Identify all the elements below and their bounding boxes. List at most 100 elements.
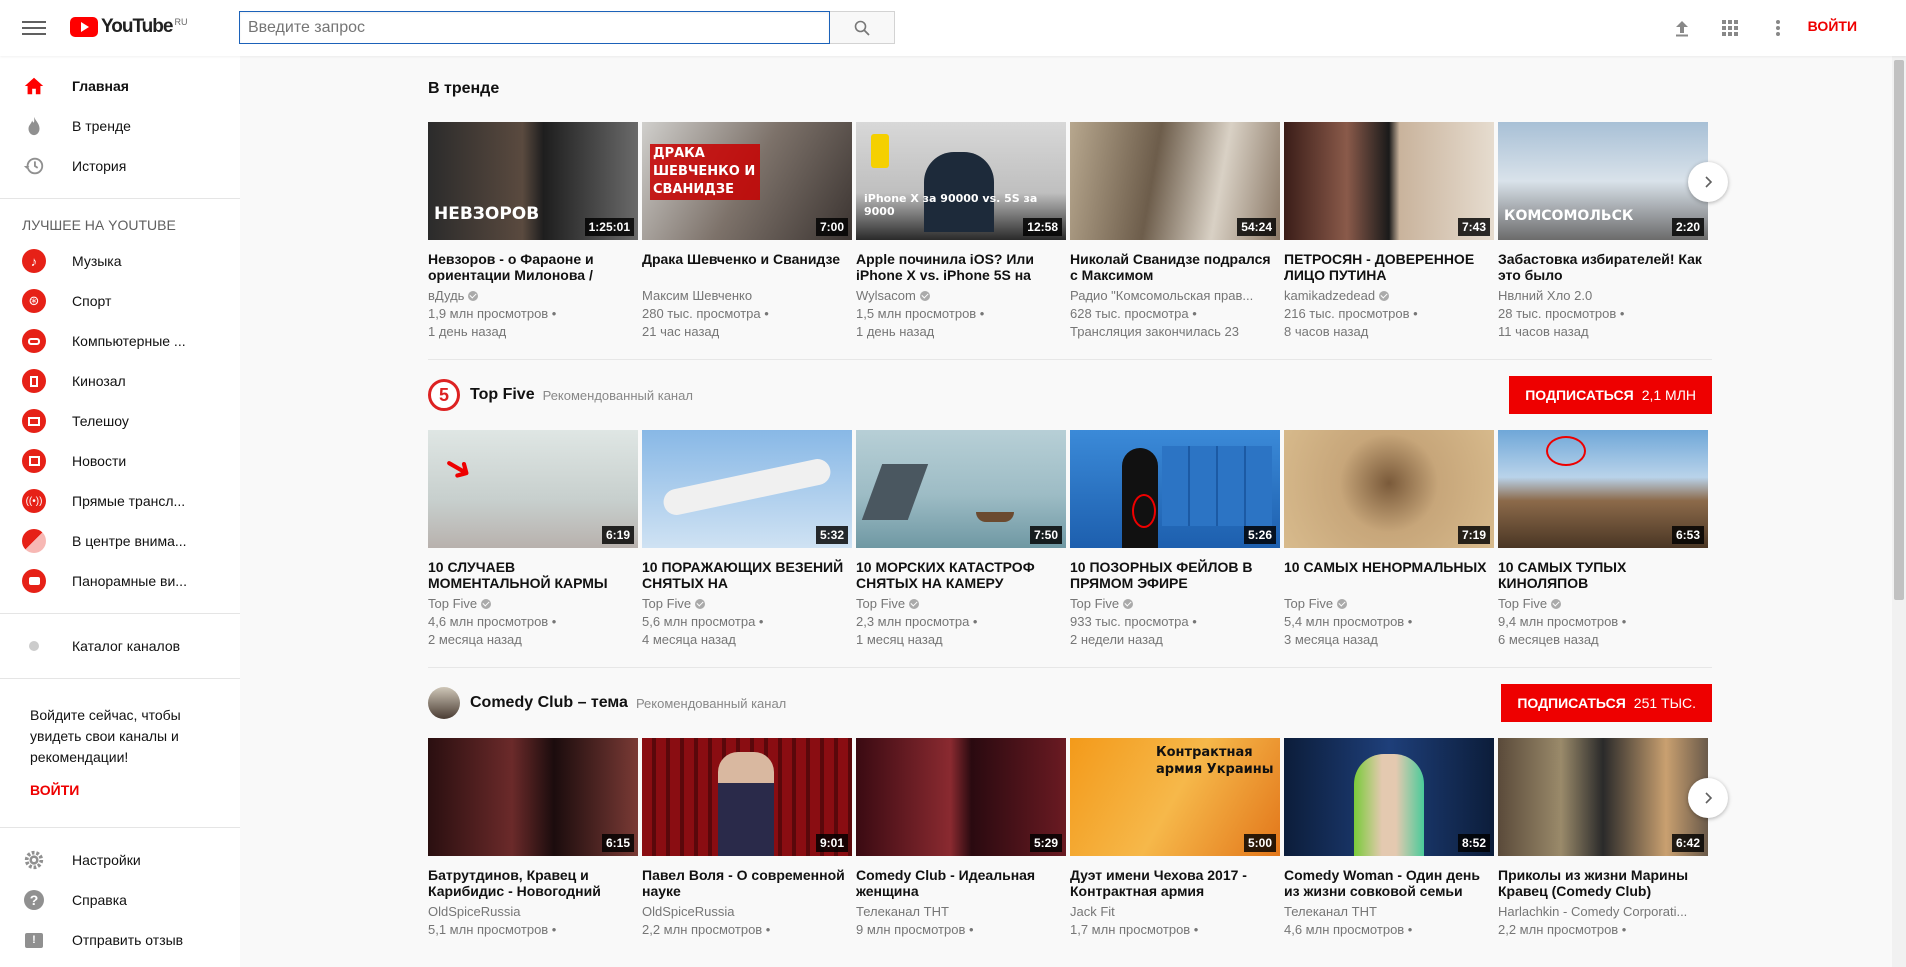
- search-input[interactable]: [239, 11, 830, 44]
- sidebar-item-gaming[interactable]: Компьютерные ...: [0, 321, 240, 361]
- channel-name[interactable]: Радио "Комсомольская прав...: [1070, 288, 1253, 303]
- video-thumbnail[interactable]: 5:32: [642, 430, 852, 548]
- sidebar-item-360[interactable]: Панорамные ви...: [0, 561, 240, 601]
- video-title[interactable]: 10 МОРСКИХ КАТАСТРОФ СНЯТЫХ НА КАМЕРУ: [856, 559, 1066, 591]
- video-title[interactable]: Приколы из жизни Марины Кравец (Comedy C…: [1498, 867, 1708, 899]
- channel-name[interactable]: kamikadzedead: [1284, 288, 1375, 303]
- channel-name[interactable]: Максим Шевченко: [642, 288, 752, 303]
- sidebar-item-music[interactable]: ♪ Музыка: [0, 241, 240, 281]
- video-thumbnail[interactable]: 5:29: [856, 738, 1066, 856]
- video-thumbnail[interactable]: 54:24: [1070, 122, 1280, 240]
- video-thumbnail[interactable]: 6:15: [428, 738, 638, 856]
- video-title[interactable]: 10 САМЫХ НЕНОРМАЛЬНЫХ: [1284, 559, 1494, 591]
- channel-name[interactable]: Нвлний Хло 2.0: [1498, 288, 1592, 303]
- menu-icon[interactable]: [22, 18, 46, 38]
- sidebar-item-feedback[interactable]: ! Отправить отзыв: [0, 920, 240, 960]
- shelf-next-button[interactable]: [1688, 162, 1728, 202]
- video-thumbnail[interactable]: 7:19: [1284, 430, 1494, 548]
- video-title[interactable]: 10 СЛУЧАЕВ МОМЕНТАЛЬНОЙ КАРМЫ: [428, 559, 638, 591]
- channel-name[interactable]: OldSpiceRussia: [642, 904, 735, 919]
- channel-name[interactable]: Top Five: [1070, 596, 1119, 611]
- video-thumbnail[interactable]: ДРАКА ШЕВЧЕНКО И СВАНИДЗЕ 7:00: [642, 122, 852, 240]
- video-card[interactable]: Контрактная армия Украины 5:00 Дуэт имен…: [1070, 738, 1280, 939]
- shelf-title[interactable]: Comedy Club – тема: [470, 694, 628, 712]
- subscribe-button[interactable]: ПОДПИСАТЬСЯ 251 ТЫС.: [1501, 684, 1712, 722]
- video-thumbnail[interactable]: 7:50: [856, 430, 1066, 548]
- video-card[interactable]: 9:01 Павел Воля - О современной науке Ol…: [642, 738, 852, 939]
- video-card[interactable]: 54:24 Николай Сванидзе подрался с Максим…: [1070, 122, 1280, 341]
- video-title[interactable]: Дуэт имени Чехова 2017 - Контрактная арм…: [1070, 867, 1280, 899]
- video-thumbnail[interactable]: 6:53: [1498, 430, 1708, 548]
- video-thumbnail[interactable]: 8:52: [1284, 738, 1494, 856]
- channel-name[interactable]: Телеканал ТНТ: [856, 904, 949, 919]
- video-card[interactable]: НЕВЗОРОВ 1:25:01 Невзоров - о Фараоне и …: [428, 122, 638, 341]
- sidebar-item-home[interactable]: Главная: [0, 66, 240, 106]
- sidebar-item-catalog[interactable]: Каталог каналов: [0, 626, 240, 666]
- sidebar-item-live[interactable]: ((•)) Прямые трансл...: [0, 481, 240, 521]
- channel-name[interactable]: Top Five: [428, 596, 477, 611]
- sidebar-item-sport[interactable]: ⊛ Спорт: [0, 281, 240, 321]
- video-card[interactable]: 5:29 Comedy Club - Идеальная женщина Тел…: [856, 738, 1066, 939]
- channel-name[interactable]: Top Five: [1498, 596, 1547, 611]
- sidebar-item-movies[interactable]: Кинозал: [0, 361, 240, 401]
- channel-name[interactable]: Top Five: [642, 596, 691, 611]
- video-thumbnail[interactable]: НЕВЗОРОВ 1:25:01: [428, 122, 638, 240]
- sidebar-signin-button[interactable]: ВОЙТИ: [30, 780, 210, 801]
- channel-name[interactable]: Телеканал ТНТ: [1284, 904, 1377, 919]
- channel-name[interactable]: Harlachkin - Comedy Corporati...: [1498, 904, 1687, 919]
- more-vert-icon[interactable]: [1766, 16, 1790, 40]
- signin-button[interactable]: ВОЙТИ: [1808, 18, 1857, 34]
- video-thumbnail[interactable]: iPhone X за 90000 vs. 5S за 9000 12:58: [856, 122, 1066, 240]
- apps-icon[interactable]: [1718, 16, 1742, 40]
- sidebar-item-spotlight[interactable]: В центре внима...: [0, 521, 240, 561]
- search-button[interactable]: [830, 11, 895, 44]
- channel-name[interactable]: вДудь: [428, 288, 464, 303]
- shelf-title[interactable]: Top Five: [470, 386, 535, 404]
- video-title[interactable]: 10 ПОЗОРНЫХ ФЕЙЛОВ В ПРЯМОМ ЭФИРЕ: [1070, 559, 1280, 591]
- video-thumbnail[interactable]: 9:01: [642, 738, 852, 856]
- sidebar-item-news[interactable]: Новости: [0, 441, 240, 481]
- sidebar-item-help[interactable]: ? Справка: [0, 880, 240, 920]
- video-card[interactable]: 7:43 ПЕТРОСЯН - ДОВЕРЕННОЕ ЛИЦО ПУТИНА k…: [1284, 122, 1494, 341]
- video-thumbnail[interactable]: КОМСОМОЛЬСК 2:20: [1498, 122, 1708, 240]
- video-title[interactable]: Павел Воля - О современной науке: [642, 867, 852, 899]
- video-thumbnail[interactable]: 6:42: [1498, 738, 1708, 856]
- video-card[interactable]: 6:42 Приколы из жизни Марины Кравец (Com…: [1498, 738, 1708, 939]
- video-card[interactable]: ➜ 6:19 10 СЛУЧАЕВ МОМЕНТАЛЬНОЙ КАРМЫ Top…: [428, 430, 638, 649]
- channel-name[interactable]: Top Five: [856, 596, 905, 611]
- video-title[interactable]: Батрутдинов, Кравец и Карибидис - Нового…: [428, 867, 638, 899]
- upload-icon[interactable]: [1670, 16, 1694, 40]
- video-title[interactable]: Comedy Club - Идеальная женщина: [856, 867, 1066, 899]
- shelf-title[interactable]: В тренде: [428, 80, 499, 98]
- page-scrollbar[interactable]: [1892, 0, 1906, 967]
- video-title[interactable]: Николай Сванидзе подрался с Максимом: [1070, 251, 1280, 283]
- channel-name[interactable]: Top Five: [1284, 596, 1333, 611]
- video-thumbnail[interactable]: Контрактная армия Украины 5:00: [1070, 738, 1280, 856]
- video-title[interactable]: Comedy Woman - Один день из жизни совков…: [1284, 867, 1494, 899]
- video-card[interactable]: КОМСОМОЛЬСК 2:20 Забастовка избирателей!…: [1498, 122, 1708, 341]
- video-title[interactable]: ПЕТРОСЯН - ДОВЕРЕННОЕ ЛИЦО ПУТИНА: [1284, 251, 1494, 283]
- video-title[interactable]: Драка Шевченко и Сванидзе: [642, 251, 852, 283]
- video-card[interactable]: 6:15 Батрутдинов, Кравец и Карибидис - Н…: [428, 738, 638, 939]
- sidebar-item-tvshows[interactable]: Телешоу: [0, 401, 240, 441]
- youtube-logo[interactable]: YouTube RU: [70, 16, 187, 38]
- video-card[interactable]: 6:53 10 САМЫХ ТУПЫХ КИНОЛЯПОВ Top Five 9…: [1498, 430, 1708, 649]
- video-card[interactable]: 8:52 Comedy Woman - Один день из жизни с…: [1284, 738, 1494, 939]
- video-card[interactable]: 5:26 10 ПОЗОРНЫХ ФЕЙЛОВ В ПРЯМОМ ЭФИРЕ T…: [1070, 430, 1280, 649]
- channel-avatar[interactable]: [428, 687, 460, 719]
- channel-name[interactable]: OldSpiceRussia: [428, 904, 521, 919]
- channel-name[interactable]: Wylsacom: [856, 288, 916, 303]
- video-card[interactable]: ДРАКА ШЕВЧЕНКО И СВАНИДЗЕ 7:00 Драка Шев…: [642, 122, 852, 341]
- sidebar-item-settings[interactable]: Настройки: [0, 840, 240, 880]
- video-title[interactable]: Невзоров - о Фараоне и ориентации Милоно…: [428, 251, 638, 283]
- video-title[interactable]: 10 САМЫХ ТУПЫХ КИНОЛЯПОВ: [1498, 559, 1708, 591]
- video-title[interactable]: Забастовка избирателей! Как это было: [1498, 251, 1708, 283]
- sidebar-item-trending[interactable]: В тренде: [0, 106, 240, 146]
- video-card[interactable]: 7:50 10 МОРСКИХ КАТАСТРОФ СНЯТЫХ НА КАМЕ…: [856, 430, 1066, 649]
- shelf-next-button[interactable]: [1688, 778, 1728, 818]
- subscribe-button[interactable]: ПОДПИСАТЬСЯ 2,1 МЛН: [1509, 376, 1712, 414]
- video-title[interactable]: 10 ПОРАЖАЮЩИХ ВЕЗЕНИЙ СНЯТЫХ НА: [642, 559, 852, 591]
- video-thumbnail[interactable]: 7:43: [1284, 122, 1494, 240]
- channel-avatar[interactable]: 5: [428, 379, 460, 411]
- video-thumbnail[interactable]: ➜ 6:19: [428, 430, 638, 548]
